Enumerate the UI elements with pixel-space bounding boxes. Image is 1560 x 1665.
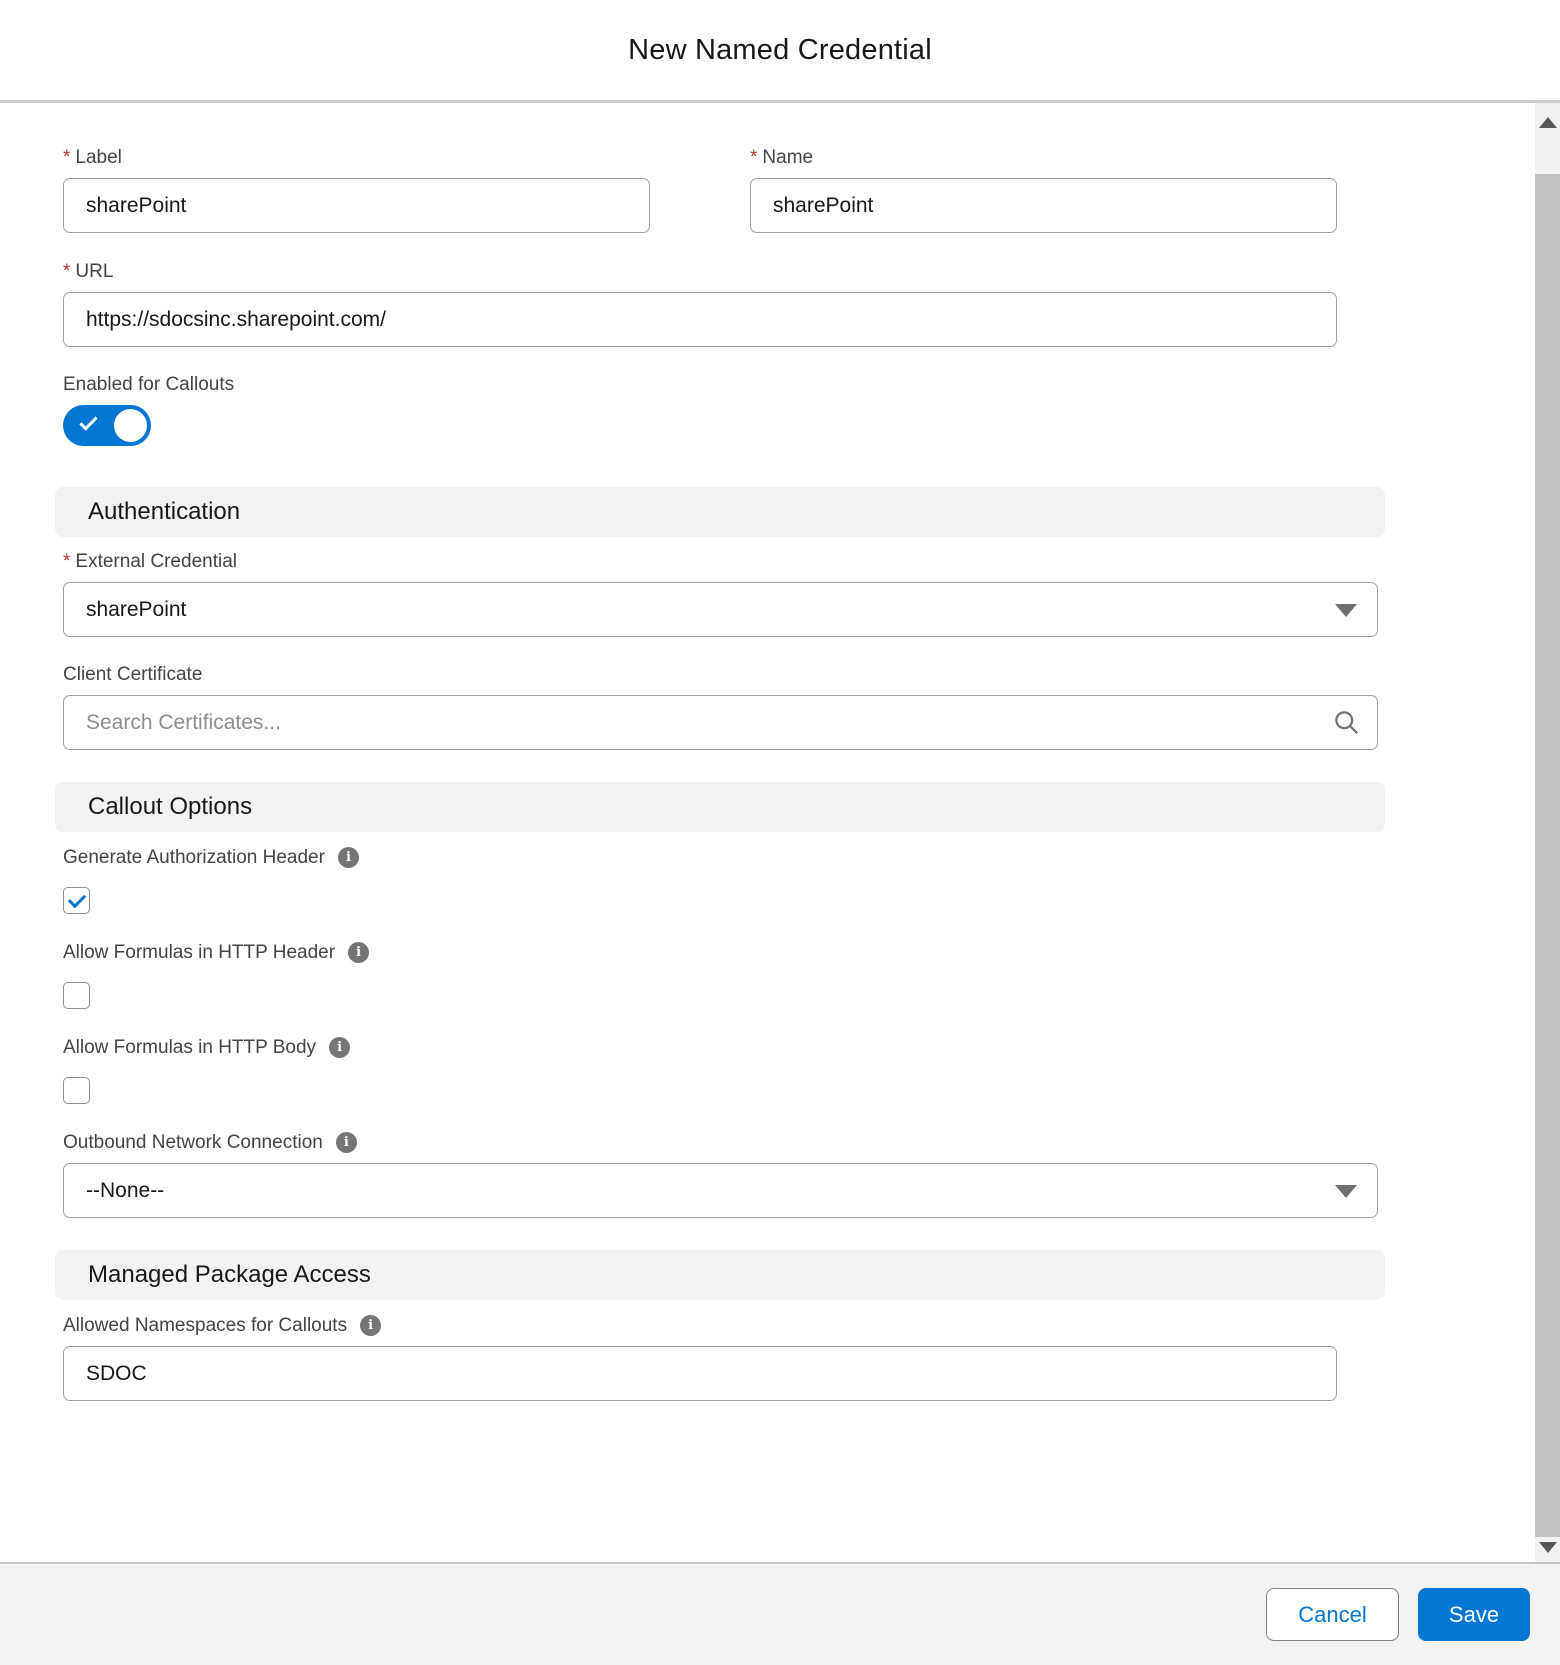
outbound-network-connection-group: Outbound Network Connection i --None--: [63, 1132, 1535, 1218]
scrollbar-thumb[interactable]: [1535, 174, 1560, 1537]
callout-options-section-header: Callout Options: [55, 782, 1385, 832]
modal-footer: Cancel Save: [0, 1562, 1560, 1665]
managed-package-access-section-header: Managed Package Access: [55, 1250, 1385, 1300]
external-credential-label: * External Credential: [63, 552, 1535, 572]
client-certificate-group: Client Certificate: [63, 665, 1535, 750]
authentication-section-header: Authentication: [55, 487, 1385, 537]
allowed-namespaces-label-text: Allowed Namespaces for Callouts: [63, 1314, 348, 1336]
url-field-label-text: URL: [75, 261, 114, 282]
scroll-down-icon[interactable]: [1539, 1542, 1557, 1553]
client-certificate-label-text: Client Certificate: [63, 664, 203, 685]
outbound-network-connection-value: --None--: [86, 1178, 165, 1202]
enabled-for-callouts-label-text: Enabled for Callouts: [63, 374, 235, 395]
allow-formulas-http-header-checkbox[interactable]: [63, 982, 90, 1009]
info-icon[interactable]: i: [337, 847, 359, 868]
label-field-label: * Label: [63, 148, 650, 168]
outbound-network-connection-label: Outbound Network Connection i: [63, 1132, 1535, 1153]
allow-formulas-http-header-group: Allow Formulas in HTTP Header i: [63, 942, 1535, 1009]
chevron-down-icon: [1335, 604, 1357, 617]
required-marker: *: [63, 261, 71, 282]
save-button[interactable]: Save: [1418, 1588, 1530, 1641]
required-marker: *: [63, 147, 71, 168]
generate-authorization-header-group: Generate Authorization Header i: [63, 847, 1535, 914]
label-field-label-text: Label: [75, 147, 122, 168]
client-certificate-search-wrap: [63, 695, 1378, 750]
label-field-group: * Label: [63, 148, 650, 233]
generate-authorization-header-label: Generate Authorization Header i: [63, 847, 1535, 868]
client-certificate-search-input[interactable]: [63, 695, 1378, 750]
allowed-namespaces-group: Allowed Namespaces for Callouts i: [63, 1315, 1535, 1401]
required-marker: *: [63, 551, 71, 572]
chevron-down-icon: [1335, 1185, 1357, 1198]
name-field-label-text: Name: [762, 147, 814, 168]
allow-formulas-http-header-label: Allow Formulas in HTTP Header i: [63, 942, 1535, 963]
external-credential-label-text: External Credential: [75, 551, 237, 572]
label-input[interactable]: [63, 178, 650, 233]
external-credential-select[interactable]: sharePoint: [63, 582, 1378, 637]
external-credential-group: * External Credential sharePoint: [63, 552, 1535, 637]
generate-authorization-header-checkbox[interactable]: [63, 887, 90, 914]
scroll-up-icon[interactable]: [1539, 117, 1557, 128]
outbound-network-connection-select[interactable]: --None--: [63, 1163, 1378, 1218]
name-field-label: * Name: [750, 148, 1337, 168]
url-field-group: * URL: [63, 262, 1535, 347]
info-icon[interactable]: i: [335, 1132, 357, 1153]
outbound-network-connection-label-text: Outbound Network Connection: [63, 1131, 323, 1153]
allow-formulas-http-body-checkbox[interactable]: [63, 1077, 90, 1104]
url-input[interactable]: [63, 292, 1337, 347]
name-input[interactable]: [750, 178, 1337, 233]
external-credential-value: sharePoint: [86, 597, 187, 621]
info-icon[interactable]: i: [348, 942, 370, 963]
cancel-button[interactable]: Cancel: [1266, 1588, 1399, 1641]
search-icon: [1333, 709, 1360, 741]
required-marker: *: [750, 147, 758, 168]
allow-formulas-http-body-group: Allow Formulas in HTTP Body i: [63, 1037, 1535, 1104]
client-certificate-label: Client Certificate: [63, 665, 1535, 685]
page-title: New Named Credential: [628, 33, 932, 66]
allow-formulas-http-body-label: Allow Formulas in HTTP Body i: [63, 1037, 1535, 1058]
new-named-credential-modal: New Named Credential * Label * Name: [0, 0, 1560, 1665]
info-icon[interactable]: i: [329, 1037, 351, 1058]
generate-authorization-header-label-text: Generate Authorization Header: [63, 846, 325, 868]
allow-formulas-http-header-label-text: Allow Formulas in HTTP Header: [63, 941, 336, 963]
modal-header: New Named Credential: [0, 0, 1560, 100]
allow-formulas-http-body-label-text: Allow Formulas in HTTP Body: [63, 1036, 317, 1058]
enabled-for-callouts-toggle[interactable]: [63, 405, 151, 446]
info-icon[interactable]: i: [360, 1315, 382, 1336]
allowed-namespaces-input[interactable]: [63, 1346, 1337, 1401]
enabled-for-callouts-label: Enabled for Callouts: [63, 375, 1535, 395]
callout-options-heading: Callout Options: [88, 793, 253, 820]
authentication-heading: Authentication: [88, 498, 241, 525]
check-icon: [79, 412, 98, 431]
enabled-for-callouts-group: Enabled for Callouts: [63, 375, 1535, 446]
vertical-scrollbar[interactable]: [1535, 103, 1560, 1562]
name-field-group: * Name: [750, 148, 1337, 233]
managed-package-access-heading: Managed Package Access: [88, 1261, 371, 1288]
modal-scroll-content: * Label * Name * URL: [0, 103, 1535, 1562]
allowed-namespaces-label: Allowed Namespaces for Callouts i: [63, 1315, 1535, 1336]
toggle-knob: [114, 409, 147, 442]
label-name-row: * Label * Name: [63, 148, 1535, 233]
url-field-label: * URL: [63, 262, 1535, 282]
